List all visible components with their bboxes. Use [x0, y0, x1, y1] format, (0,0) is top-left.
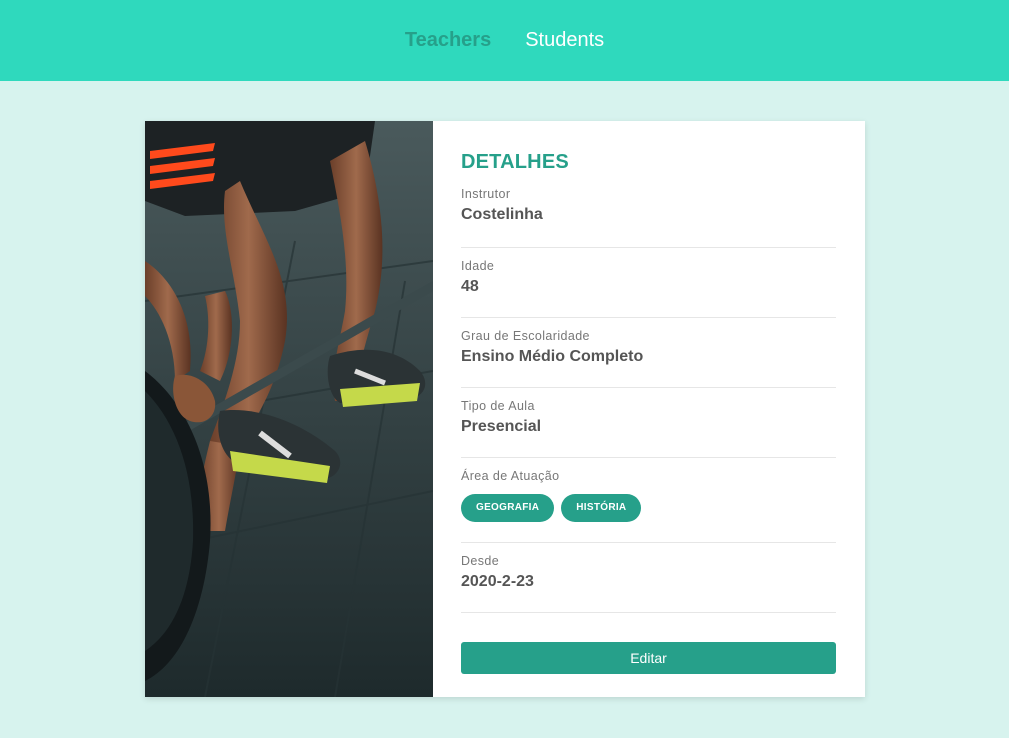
field-label: Desde — [461, 554, 500, 568]
field-label: Área de Atuação — [461, 469, 560, 483]
field-label: Idade — [461, 259, 495, 273]
details-panel: DETALHES Instrutor Costelinha Idade 48 G… — [433, 121, 865, 697]
details-heading: DETALHES — [461, 151, 569, 173]
field-value: 2020-2-23 — [461, 573, 534, 590]
field-value: 48 — [461, 278, 479, 295]
field-idade: Idade 48 — [461, 248, 836, 318]
field-value: Presencial — [461, 418, 542, 435]
tag-pill: GEOGRAFIA — [461, 494, 555, 522]
field-value: Costelinha — [461, 206, 543, 223]
nav-students-link[interactable]: Students — [525, 29, 604, 52]
top-nav: Teachers Students — [0, 0, 1009, 81]
field-desde: Desde 2020-2-23 — [461, 543, 836, 613]
tag-list: GEOGRAFIA HISTÓRIA — [461, 494, 836, 522]
teacher-detail-card: DETALHES Instrutor Costelinha Idade 48 G… — [145, 121, 865, 697]
nav-teachers-link[interactable]: Teachers — [405, 29, 491, 52]
field-instrutor: Instrutor Costelinha — [461, 186, 836, 248]
field-area-atuacao: Área de Atuação GEOGRAFIA HISTÓRIA — [461, 458, 836, 543]
edit-button[interactable]: Editar — [461, 642, 836, 674]
field-label: Grau de Escolaridade — [461, 329, 590, 343]
field-value: Ensino Médio Completo — [461, 348, 644, 365]
field-escolaridade: Grau de Escolaridade Ensino Médio Comple… — [461, 318, 836, 388]
tag-pill: HISTÓRIA — [561, 494, 642, 522]
weightlifting-photo — [145, 121, 433, 697]
field-label: Tipo de Aula — [461, 399, 535, 413]
field-tipo-aula: Tipo de Aula Presencial — [461, 388, 836, 458]
field-label: Instrutor — [461, 187, 511, 201]
